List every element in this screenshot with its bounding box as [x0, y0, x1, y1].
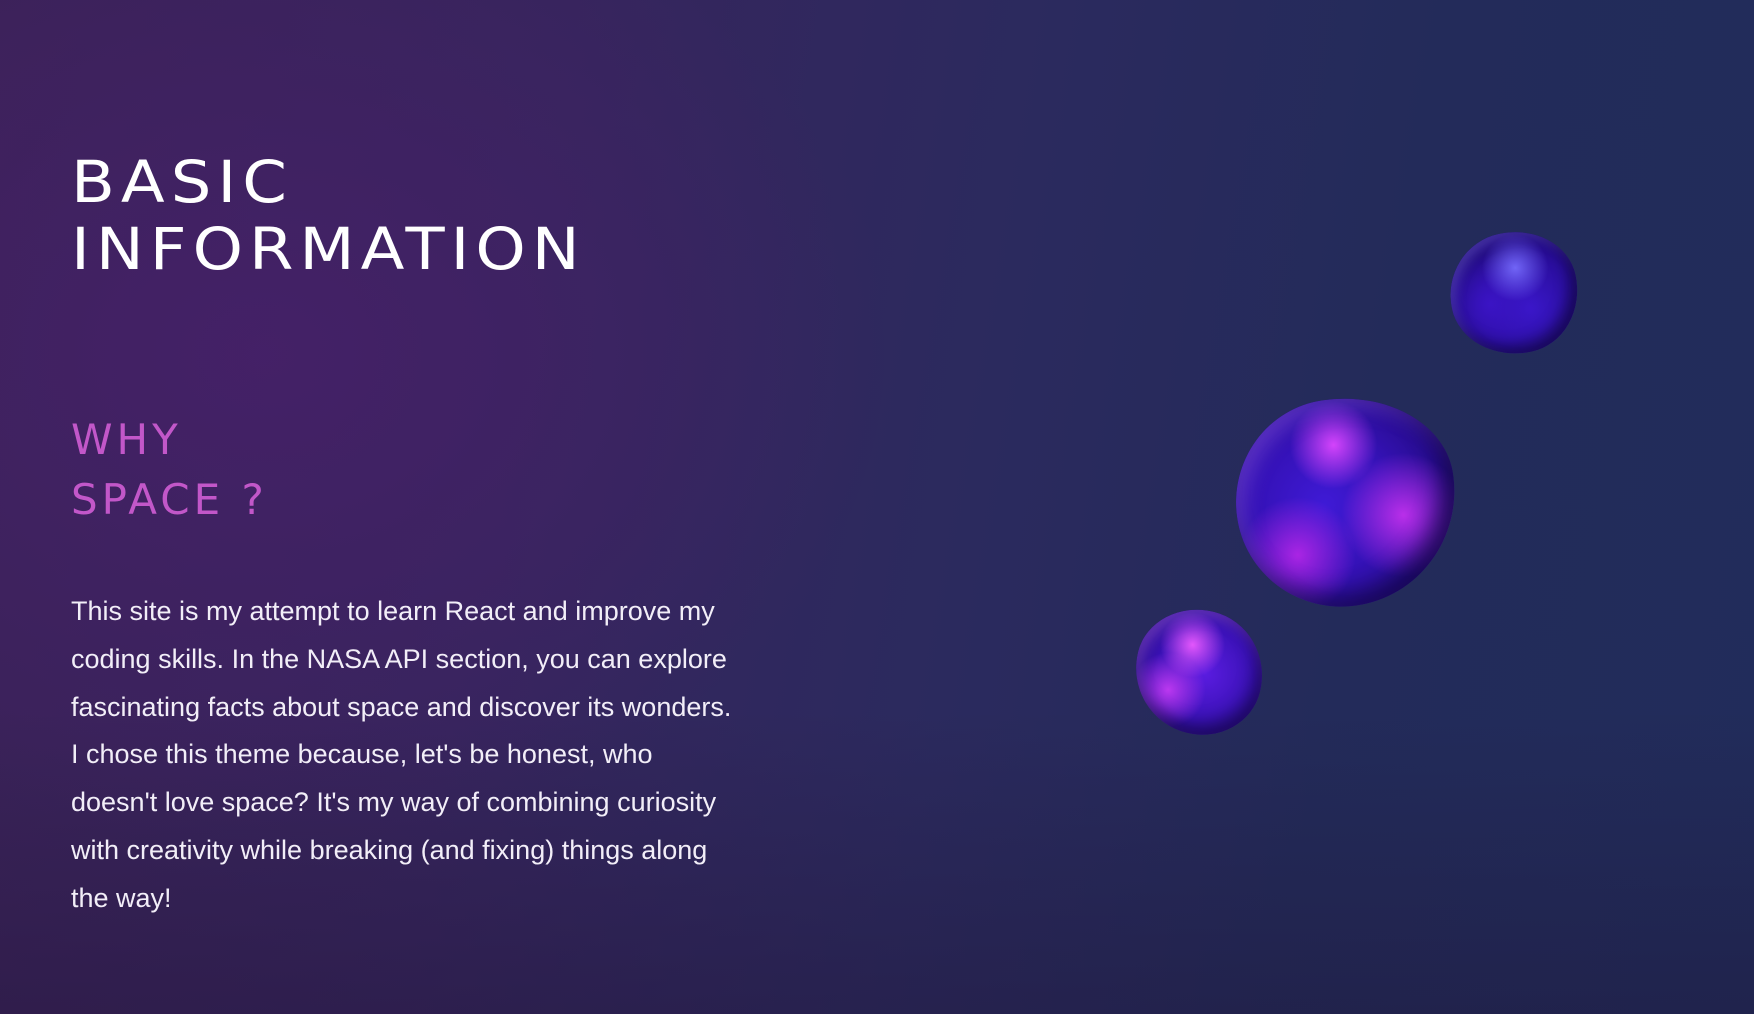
purple-blob-small-top	[1438, 220, 1590, 366]
section-body-text: This site is my attempt to learn React a…	[71, 596, 732, 913]
section-title-line-2: SPACE ?	[71, 475, 268, 524]
page-title: BASIC INFORMATION	[71, 150, 751, 283]
purple-blob-large	[1222, 383, 1470, 621]
page-title-line-1: BASIC	[71, 150, 293, 217]
page-title-line-2: INFORMATION	[71, 216, 586, 284]
section-title: WHY SPACE ?	[71, 410, 751, 530]
section-title-line-1: WHY	[71, 415, 182, 464]
basic-information-section: BASIC INFORMATION WHY SPACE ? This site …	[71, 150, 751, 923]
purple-blob-small-bottom	[1121, 596, 1277, 748]
